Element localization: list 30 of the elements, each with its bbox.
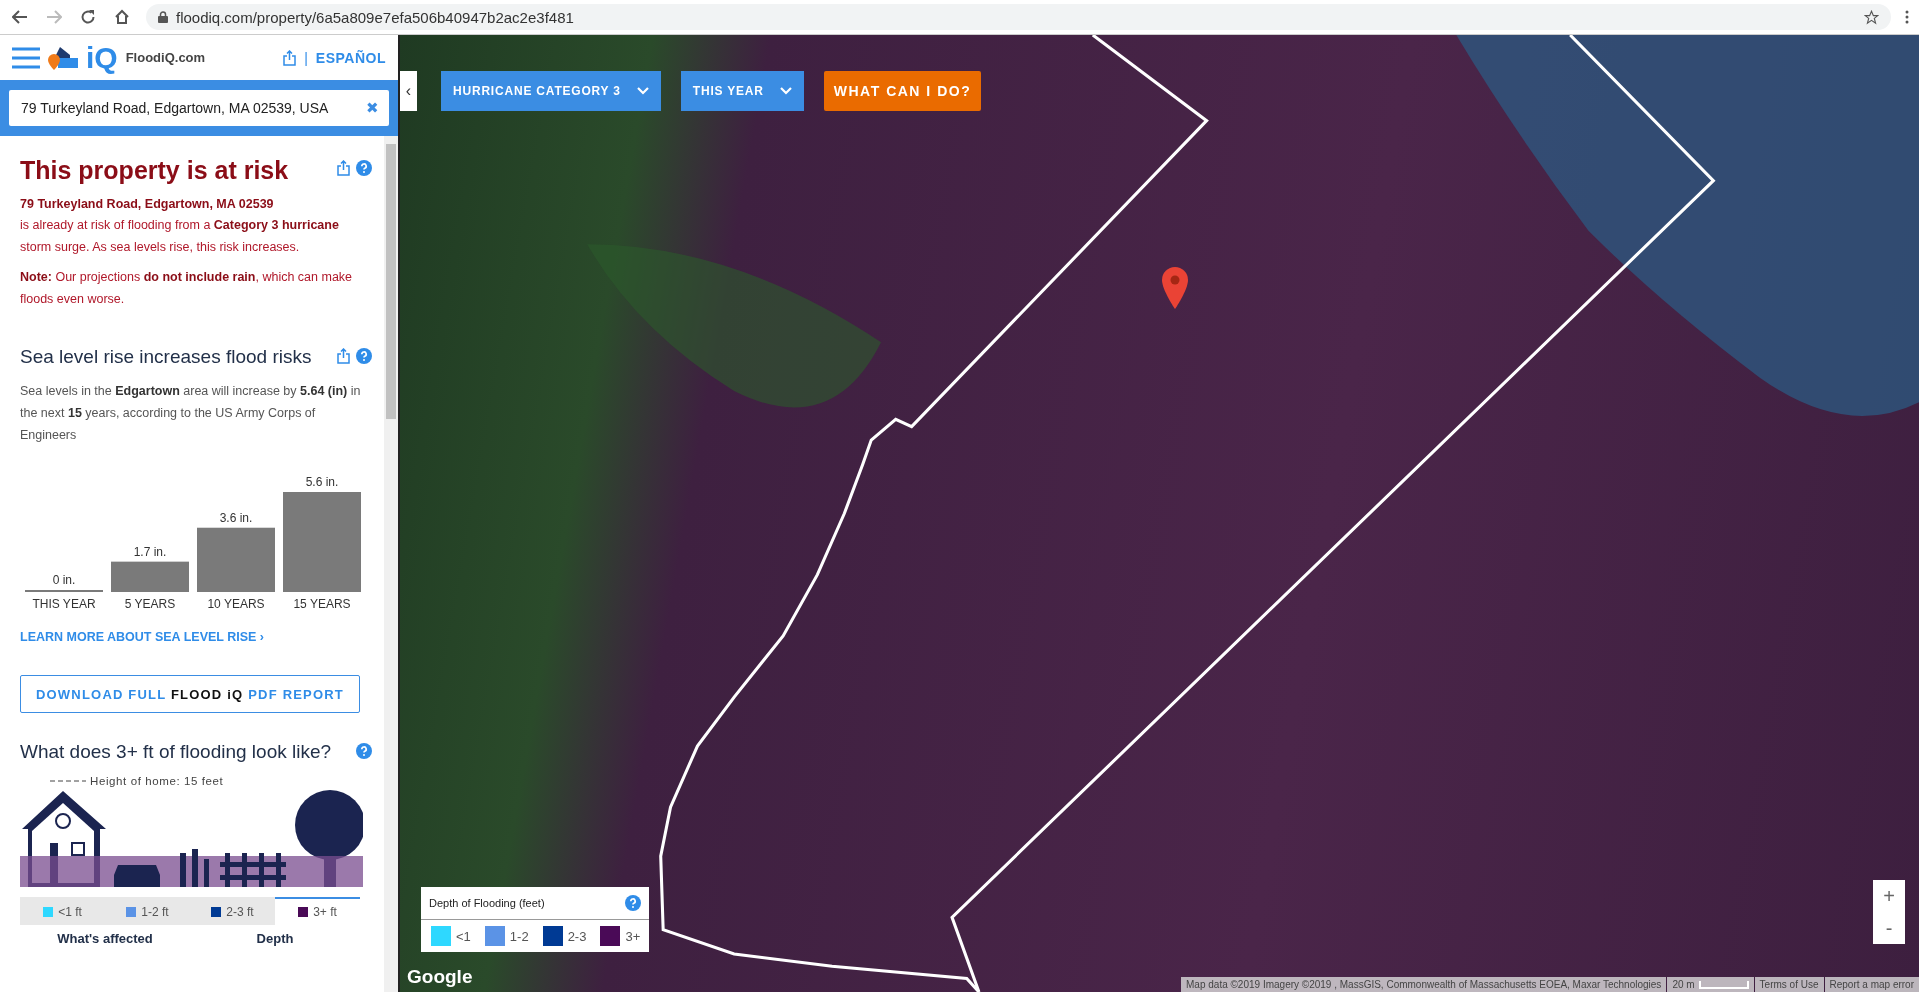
risk-title: This property is at risk xyxy=(20,156,290,185)
url-text: floodiq.com/property/6a5a809e7efa506b40947b2ac2e3f481 xyxy=(176,8,574,26)
divider-text: | xyxy=(304,49,308,66)
map-attribution: Map data ©2019 Imagery ©2019 , MassGIS, Commonwealth of Massachusetts EOEA, Maxar Technologies xyxy=(1181,977,1667,992)
legend-title: Depth of Flooding (feet) xyxy=(429,897,545,909)
legend-label: 3+ xyxy=(625,928,641,944)
value-label: 0 in. xyxy=(52,573,76,587)
value-label: 5.6 in. xyxy=(305,475,339,489)
legend-label: <1 xyxy=(456,928,471,944)
category-label: 15 YEARS xyxy=(293,597,351,611)
category-label: THIS YEAR xyxy=(32,597,96,611)
logo-text: iQ xyxy=(86,42,118,73)
legend-label: 1-2 xyxy=(509,928,529,944)
section-title: What does 3+ ft of flooding look like? xyxy=(20,741,333,763)
value-label: 3.6 in. xyxy=(219,510,253,525)
risk-summary: is already at risk of flooding from a Category 3 hurricane storm surge. As sea levels rise, this risk increases. xyxy=(20,217,340,256)
projection-note: Note: Our projections do not include rain, which can make floods even worse. xyxy=(20,269,354,308)
property-address: 79 Turkeyland Road, Edgartown, MA 02539 xyxy=(20,197,275,211)
map-logo: Google xyxy=(407,966,473,988)
column-header: What's affected xyxy=(56,930,154,946)
section-title: Sea level rise increases flood risks xyxy=(20,346,313,368)
category-label: 5 YEARS xyxy=(124,597,176,611)
legend-label: 2-3 xyxy=(567,928,587,944)
sea-level-text: Sea levels in the Edgartown area will increase by 5.64 (in) in the next 15 years, according to the US Army Corps of Engineers xyxy=(20,383,362,444)
column-header: Depth xyxy=(255,930,295,946)
category-label: 10 YEARS xyxy=(207,597,265,611)
value-label: 1.7 in. xyxy=(133,544,167,559)
brand-name: FloodiQ.com xyxy=(125,50,206,65)
home-height-label: Height of home: 15 feet xyxy=(90,775,224,787)
map-scale: 20 m xyxy=(1667,977,1754,992)
